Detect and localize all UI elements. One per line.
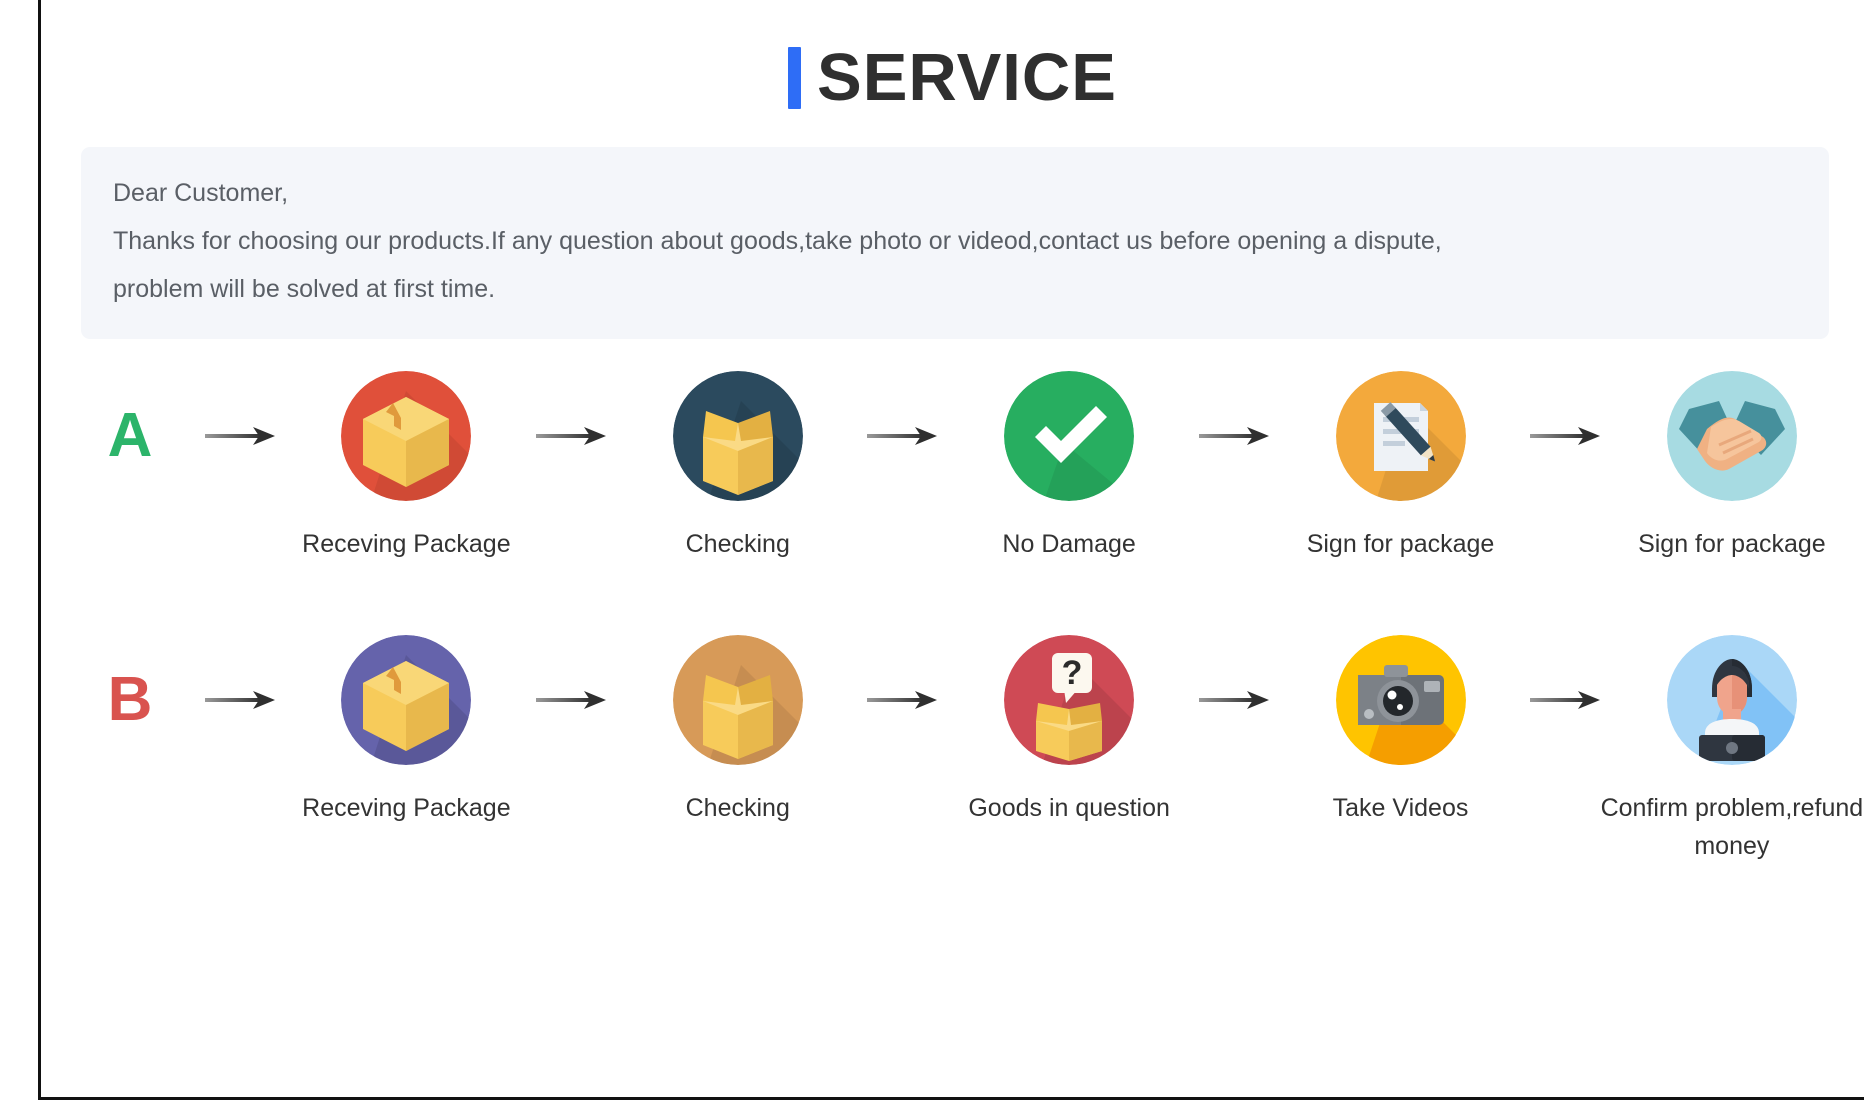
flow-a-step-2: Checking <box>640 371 836 563</box>
flow-b-step-2-label: Checking <box>685 794 790 822</box>
right-arrow-icon <box>526 371 618 501</box>
flow-a-step-3-label: No Damage <box>1002 530 1136 558</box>
flow-a-step-1-label: Receving Package <box>302 530 511 558</box>
flow-a-step-5: Sign for package <box>1634 371 1830 563</box>
open-box-icon <box>672 635 803 765</box>
flow-row-a: A Receving Package Checking No Damage Si… <box>87 371 1830 563</box>
flow-row-b: B Receving Package Checking ? Goods in q… <box>87 635 1863 865</box>
document-pen-icon <box>1335 371 1466 501</box>
question-box-icon: ? <box>1004 635 1135 765</box>
flow-a-step-5-label: Sign for package <box>1638 530 1826 558</box>
right-arrow-icon <box>857 635 949 765</box>
page-title: SERVICE <box>41 44 1864 111</box>
flow-a-step-3: No Damage <box>971 371 1167 563</box>
flow-a-step-1: Receving Package <box>302 371 511 563</box>
flow-b-step-1-label: Receving Package <box>302 794 511 822</box>
right-arrow-icon <box>857 371 949 501</box>
right-arrow-icon <box>195 635 287 765</box>
title-accent-bar <box>788 46 802 109</box>
flow-a-step-4: Sign for package <box>1303 371 1499 563</box>
open-box-icon <box>672 371 803 501</box>
flow-a-step-2-label: Checking <box>685 530 790 558</box>
flow-b-step-1: Receving Package <box>302 635 511 827</box>
right-arrow-icon <box>1189 635 1281 765</box>
flow-b-step-3: ? Goods in question <box>968 635 1170 827</box>
closed-box-icon <box>341 371 472 501</box>
flow-b-letter-text: B <box>107 665 153 734</box>
flow-b-letter: B <box>87 635 173 765</box>
flow-a-step-4-label: Sign for package <box>1306 530 1495 558</box>
flow-b-step-2: Checking <box>640 635 836 827</box>
flow-b-step-4-label: Take Videos <box>1332 794 1469 822</box>
closed-box-icon <box>341 635 472 765</box>
flow-b-step-5: Confirm problem,refund money <box>1601 635 1863 865</box>
right-arrow-icon <box>526 635 618 765</box>
svg-text:?: ? <box>1062 654 1083 692</box>
customer-notice: Dear Customer, Thanks for choosing our p… <box>81 147 1829 339</box>
right-arrow-icon <box>1520 371 1612 501</box>
right-arrow-icon <box>195 371 287 501</box>
check-mark-icon <box>1004 371 1135 501</box>
notice-line-3: problem will be solved at first time. <box>113 275 496 303</box>
flow-b-step-4: Take Videos <box>1303 635 1499 827</box>
service-page: SERVICE Dear Customer, Thanks for choosi… <box>38 0 1864 1100</box>
right-arrow-icon <box>1520 635 1612 765</box>
flow-b-step-3-label: Goods in question <box>968 794 1170 822</box>
notice-line-1: Dear Customer, <box>113 179 289 207</box>
flow-b-step-5-label: Confirm problem,refund money <box>1600 794 1864 860</box>
camera-icon <box>1335 635 1466 765</box>
support-person-icon <box>1666 635 1797 765</box>
handshake-icon <box>1666 371 1797 501</box>
page-title-text: SERVICE <box>817 40 1117 115</box>
notice-line-2: Thanks for choosing our products.If any … <box>113 227 1442 255</box>
flow-diagrams: A Receving Package Checking No Damage Si… <box>41 371 1864 865</box>
flow-a-letter: A <box>87 371 173 501</box>
flow-a-letter-text: A <box>107 401 153 470</box>
right-arrow-icon <box>1189 371 1281 501</box>
